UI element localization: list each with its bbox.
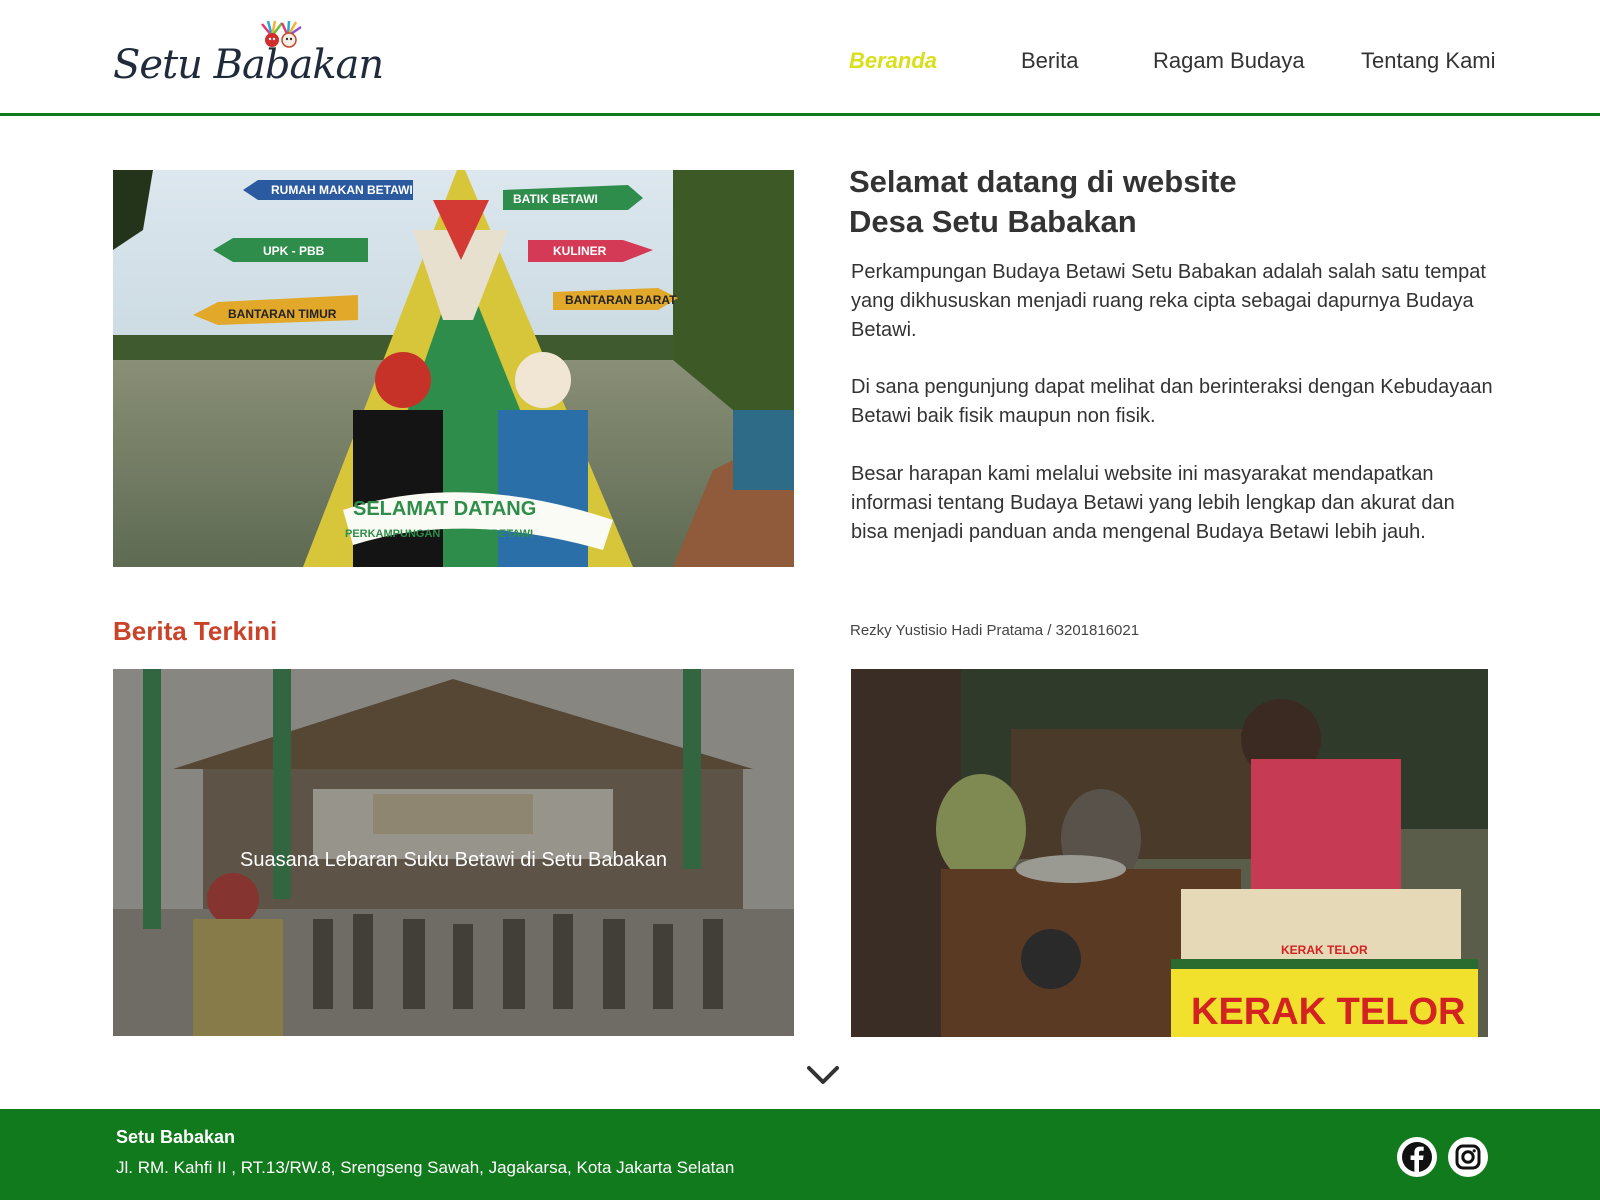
svg-text:SELAMAT DATANG: SELAMAT DATANG <box>353 498 536 520</box>
site-footer: Setu Babakan Jl. RM. Kahfi II , RT.13/RW… <box>0 1109 1600 1200</box>
logo-text: Setu Babakan <box>113 42 384 88</box>
nav-berita[interactable]: Berita <box>1021 48 1078 74</box>
welcome-title-line1: Selamat datang di website <box>849 164 1237 199</box>
svg-text:UPK - PBB: UPK - PBB <box>263 244 325 258</box>
footer-address: Jl. RM. Kahfi II , RT.13/RW.8, Srengseng… <box>116 1158 735 1177</box>
hero-image: RUMAH MAKAN BETAWI BATIK BETAWI UPK - PB… <box>113 170 794 567</box>
nav-tentang-kami[interactable]: Tentang Kami <box>1361 48 1496 74</box>
svg-text:PERKAMPUNGAN BUDAYA BETAWI: PERKAMPUNGAN BUDAYA BETAWI <box>345 528 533 540</box>
svg-text:KERAK TELOR: KERAK TELOR <box>1191 991 1465 1033</box>
intro-paragraph-1: Perkampungan Budaya Betawi Setu Babakan … <box>851 261 1486 341</box>
nav-ragam-budaya[interactable]: Ragam Budaya <box>1153 48 1305 74</box>
intro-paragraph-2: Di sana pengunjung dapat melihat dan ber… <box>851 376 1493 427</box>
author-credit: Rezky Yustisio Hadi Pratama / 3201816021 <box>850 622 1140 639</box>
site-header: Setu Babakan Beranda Berita Ragam Budaya… <box>0 0 1600 116</box>
news-heading: Berita Terkini <box>113 616 278 646</box>
intro-paragraph-3: Besar harapan kami melalui website ini m… <box>851 463 1455 543</box>
svg-text:BANTARAN BARAT: BANTARAN BARAT <box>565 293 677 307</box>
news-card-caption[interactable]: Suasana Lebaran Suku Betawi di Setu Baba… <box>113 849 794 872</box>
news-card-lebaran[interactable]: Suasana Lebaran Suku Betawi di Setu Baba… <box>113 669 794 1036</box>
nav-beranda[interactable]: Beranda <box>849 48 937 74</box>
footer-title: Setu Babakan <box>116 1127 236 1147</box>
svg-text:BATIK BETAWI: BATIK BETAWI <box>513 192 598 206</box>
chevron-down-icon[interactable] <box>805 1062 841 1088</box>
welcome-title: Selamat datang di website Desa Setu Baba… <box>849 162 1549 242</box>
site-logo[interactable]: Setu Babakan <box>113 18 384 93</box>
svg-text:KULINER: KULINER <box>553 244 607 258</box>
news-photo-kerak-telor[interactable]: KERAK TELOR KERAK TELOR <box>851 669 1488 1037</box>
svg-text:BANTARAN TIMUR: BANTARAN TIMUR <box>228 307 337 321</box>
svg-text:RUMAH MAKAN BETAWI: RUMAH MAKAN BETAWI <box>271 183 413 197</box>
svg-text:KERAK TELOR: KERAK TELOR <box>1281 943 1368 957</box>
instagram-icon[interactable] <box>1448 1137 1488 1177</box>
facebook-icon[interactable] <box>1397 1137 1437 1177</box>
welcome-title-line2: Desa Setu Babakan <box>849 204 1137 239</box>
